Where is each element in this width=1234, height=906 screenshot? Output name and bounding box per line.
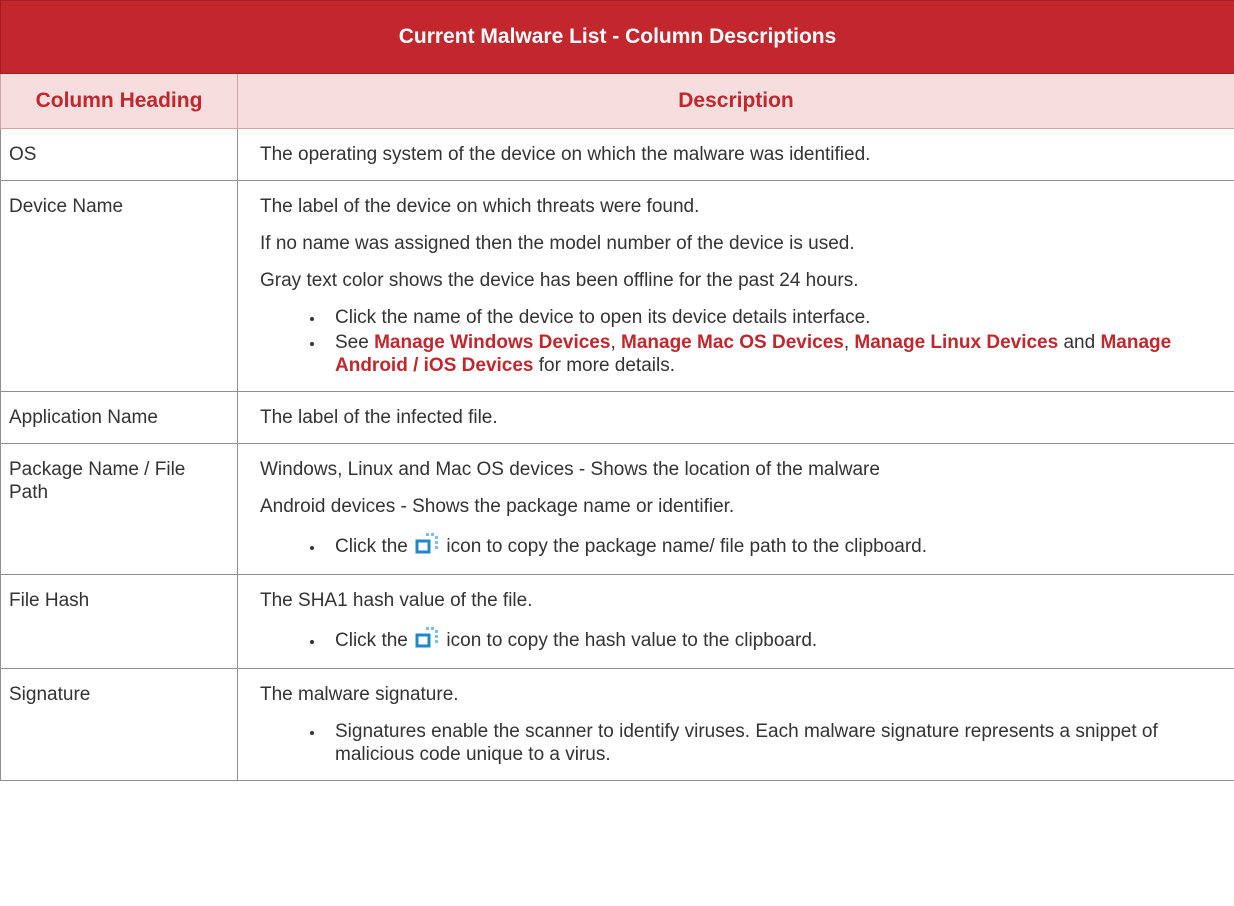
bullet-text: and xyxy=(1063,332,1096,353)
table-row-signature: Signature The malware signature. Signatu… xyxy=(0,668,1234,781)
row-heading: Package Name / File Path xyxy=(0,443,238,575)
bullet-item: Click the name of the device to open its… xyxy=(325,306,1226,329)
table-row-package-name: Package Name / File Path Windows, Linux … xyxy=(0,443,1234,575)
bullet-item: Click the icon to copy the hash value to… xyxy=(325,626,1226,654)
description-line: If no name was assigned then the model n… xyxy=(260,233,855,254)
bullet-text: icon to copy the hash value to the clipb… xyxy=(446,630,818,651)
table-row-device-name: Device Name The label of the device on w… xyxy=(0,180,1234,392)
table-row-application-name: Application Name The label of the infect… xyxy=(0,391,1234,444)
description-line: The SHA1 hash value of the file. xyxy=(260,590,533,611)
description-line: The malware signature. xyxy=(260,684,459,705)
manage-linux-devices-link[interactable]: Manage Linux Devices xyxy=(854,332,1058,353)
row-description: The label of the infected file. xyxy=(236,391,1234,444)
bullet-text: for more details. xyxy=(538,355,676,376)
bullet-text: See xyxy=(335,332,369,353)
table-title: Current Malware List - Column Descriptio… xyxy=(0,0,1234,74)
bullet-text: icon to copy the package name/ file path… xyxy=(446,536,928,557)
bullet-item: Signatures enable the scanner to identif… xyxy=(325,720,1226,766)
manage-mac-os-devices-link[interactable]: Manage Mac OS Devices xyxy=(621,332,844,353)
bullet-list: Signatures enable the scanner to identif… xyxy=(260,720,1226,766)
bullet-list: Click the icon to copy the package name/… xyxy=(260,532,1226,560)
description-line: The operating system of the device on wh… xyxy=(260,144,871,165)
separator-text: , xyxy=(610,332,616,353)
row-heading: Signature xyxy=(0,668,238,781)
description-line: The label of the infected file. xyxy=(260,407,498,428)
row-heading: Device Name xyxy=(0,180,238,392)
row-description: Windows, Linux and Mac OS devices - Show… xyxy=(236,443,1234,575)
bullet-text: Click the xyxy=(335,536,408,557)
bullet-list: Click the name of the device to open its… xyxy=(260,306,1226,377)
description-header: Description xyxy=(236,73,1234,129)
row-heading: Application Name xyxy=(0,391,238,444)
row-heading: OS xyxy=(0,128,238,181)
row-heading: File Hash xyxy=(0,574,238,669)
copy-icon[interactable] xyxy=(415,532,439,560)
row-description: The label of the device on which threats… xyxy=(236,180,1234,392)
column-descriptions-table: Current Malware List - Column Descriptio… xyxy=(0,0,1234,781)
description-line: Gray text color shows the device has bee… xyxy=(260,270,859,291)
bullet-text: Click the xyxy=(335,630,408,651)
description-line: Windows, Linux and Mac OS devices - Show… xyxy=(260,459,880,480)
column-heading-header: Column Heading xyxy=(0,73,238,129)
row-description: The malware signature. Signatures enable… xyxy=(236,668,1234,781)
separator-text: , xyxy=(843,332,850,353)
bullet-list: Click the icon to copy the hash value to… xyxy=(260,626,1226,654)
row-description: The operating system of the device on wh… xyxy=(236,128,1234,181)
manage-windows-devices-link[interactable]: Manage Windows Devices xyxy=(374,332,610,353)
row-description: The SHA1 hash value of the file. Click t… xyxy=(236,574,1234,669)
description-line: The label of the device on which threats… xyxy=(260,196,700,217)
copy-icon[interactable] xyxy=(415,626,439,654)
table-row-os: OS The operating system of the device on… xyxy=(0,128,1234,181)
table-row-file-hash: File Hash The SHA1 hash value of the fil… xyxy=(0,574,1234,669)
bullet-item: Click the icon to copy the package name/… xyxy=(325,532,1226,560)
bullet-item: See Manage Windows Devices, Manage Mac O… xyxy=(325,331,1226,377)
description-line: Android devices - Shows the package name… xyxy=(260,496,735,517)
